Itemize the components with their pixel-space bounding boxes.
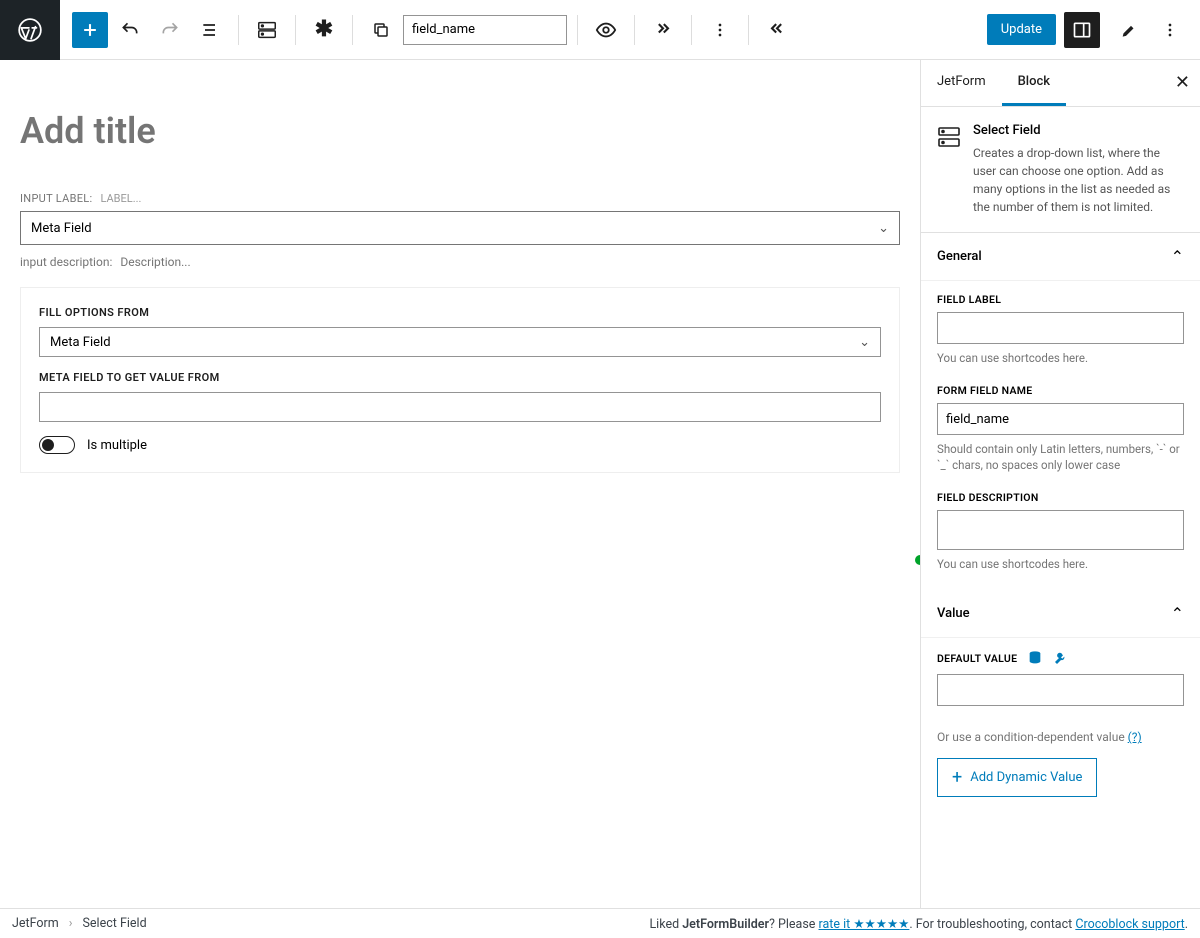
default-value-input[interactable] (937, 674, 1184, 706)
more-options-button[interactable] (702, 12, 738, 48)
main-select-field[interactable]: Meta Field ⌄ (20, 211, 900, 245)
wordpress-logo[interactable] (0, 0, 60, 60)
update-button[interactable]: Update (987, 14, 1056, 45)
collapse-button[interactable] (759, 12, 795, 48)
crumb-jetform[interactable]: JetForm (12, 916, 59, 931)
settings-panel-toggle[interactable] (1064, 12, 1100, 48)
crumb-select-field[interactable]: Select Field (83, 916, 147, 931)
chevron-down-icon: ⌄ (878, 221, 889, 236)
chevron-right-icon: › (69, 916, 73, 931)
form-field-name-caption: FORM FIELD NAME (937, 384, 1184, 397)
field-label-caption: FIELD LABEL (937, 293, 1184, 306)
footer-message: Liked JetFormBuilder? Please rate it ★★★… (649, 916, 1188, 932)
wrench-icon[interactable] (1053, 650, 1069, 666)
add-block-button[interactable] (72, 12, 108, 48)
condition-help-link[interactable]: (?) (1128, 730, 1142, 744)
block-description: Creates a drop-down list, where the user… (973, 144, 1184, 216)
input-label-caption: INPUT LABEL: (20, 192, 92, 205)
default-value-caption: DEFAULT VALUE (937, 652, 1017, 665)
add-dynamic-value-button[interactable]: + Add Dynamic Value (937, 758, 1097, 797)
form-field-name-input[interactable] (937, 403, 1184, 435)
block-name: Select Field (973, 123, 1184, 138)
field-desc-input[interactable] (937, 510, 1184, 550)
is-multiple-label: Is multiple (87, 438, 147, 453)
copy-button[interactable] (363, 12, 399, 48)
input-desc-caption: input description: (20, 255, 112, 269)
database-icon[interactable] (1027, 650, 1043, 666)
options-panel: FILL OPTIONS FROM Meta Field ⌄ META FIEL… (20, 287, 900, 473)
meta-field-label: META FIELD TO GET VALUE FROM (39, 371, 881, 384)
fill-options-label: FILL OPTIONS FROM (39, 306, 881, 319)
rate-link[interactable]: rate it ★★★★★ (819, 917, 910, 932)
post-title[interactable]: Add title (20, 110, 900, 152)
field-label-help: You can use shortcodes here. (937, 350, 1184, 366)
form-field-name-help: Should contain only Latin letters, numbe… (937, 441, 1184, 473)
fill-options-value: Meta Field (50, 335, 111, 350)
chevron-up-icon: ⌃ (1171, 247, 1184, 266)
chevron-up-icon: ⌃ (1171, 604, 1184, 623)
section-general-title: General (937, 249, 982, 264)
redo-button[interactable] (152, 12, 188, 48)
plus-icon: + (952, 767, 962, 788)
field-desc-caption: FIELD DESCRIPTION (937, 491, 1184, 504)
section-value-title: Value (937, 606, 970, 621)
field-desc-help: You can use shortcodes here. (937, 556, 1184, 572)
chevron-down-icon: ⌄ (859, 335, 870, 350)
required-toggle-button[interactable]: ✱ (306, 12, 342, 48)
tab-jetform[interactable]: JetForm (921, 60, 1002, 106)
section-general-toggle[interactable]: General ⌃ (921, 233, 1200, 281)
expand-button[interactable] (645, 12, 681, 48)
input-label-placeholder[interactable]: LABEL... (100, 192, 141, 205)
tab-block[interactable]: Block (1002, 60, 1066, 106)
field-name-toolbar-input[interactable] (403, 15, 567, 45)
breadcrumb: JetForm › Select Field (12, 916, 147, 931)
visibility-button[interactable] (588, 12, 624, 48)
resize-handle-icon[interactable] (915, 555, 920, 565)
main-select-value: Meta Field (31, 221, 92, 236)
meta-field-input[interactable] (39, 392, 881, 422)
fill-options-select[interactable]: Meta Field ⌄ (39, 327, 881, 357)
condition-text: Or use a condition-dependent value (?) (937, 730, 1184, 744)
support-link[interactable]: Crocoblock support (1075, 917, 1184, 932)
inspector-sidebar: JetForm Block ✕ Select Field Creates a d… (920, 60, 1200, 908)
select-field-icon[interactable] (249, 12, 285, 48)
document-overview-button[interactable] (192, 12, 228, 48)
select-field-block-icon (937, 125, 961, 149)
section-value-toggle[interactable]: Value ⌃ (921, 590, 1200, 638)
close-sidebar-button[interactable]: ✕ (1175, 72, 1190, 93)
undo-button[interactable] (112, 12, 148, 48)
field-label-input[interactable] (937, 312, 1184, 344)
input-desc-placeholder[interactable]: Description... (120, 255, 190, 269)
top-more-menu[interactable] (1152, 12, 1188, 48)
styles-brush-button[interactable] (1108, 12, 1144, 48)
is-multiple-toggle[interactable] (39, 436, 75, 454)
